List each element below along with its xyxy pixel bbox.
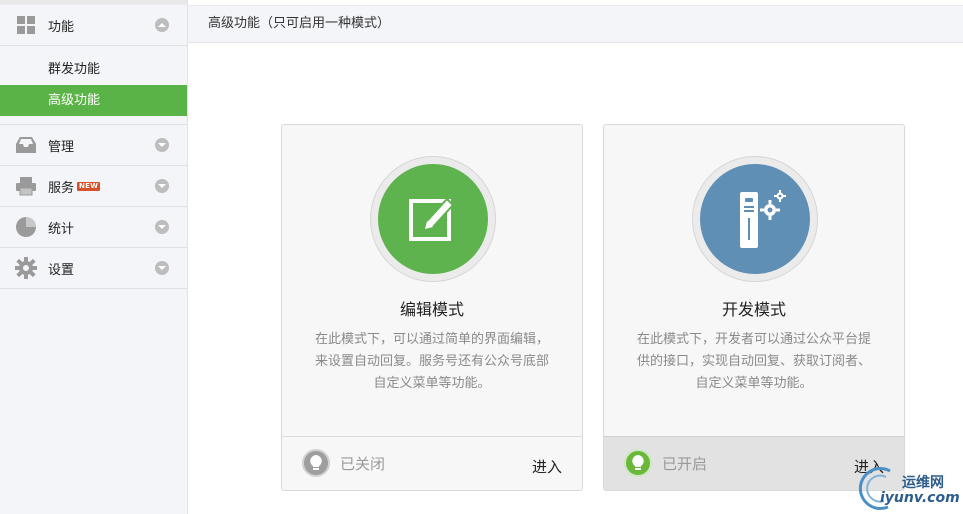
lightbulb-icon (302, 449, 330, 477)
desc-line: 来设置自动回复。服务号还有公众号底部 (314, 354, 549, 369)
sidebar: 功能 群发功能 高级功能 管理 服务 NEW 统计 设置 (0, 0, 188, 514)
chevron-down-icon[interactable] (155, 261, 169, 275)
desc-line: 自定义菜单等功能。 (695, 376, 813, 391)
edit-mode-card: 编辑模式 在此模式下，可以通过简单的界面编辑， 来设置自动回复。服务号还有公众号… (281, 124, 583, 491)
status-text: 已开启 (662, 454, 708, 473)
desc-line: 在此模式下，开发者可以通过公众平台提 (636, 332, 871, 347)
page-title: 高级功能（只可启用一种模式） (188, 5, 963, 43)
enter-edit-mode-link[interactable]: 进入 (532, 456, 562, 477)
watermark-swoosh-icon (858, 467, 891, 511)
chevron-down-icon[interactable] (155, 179, 169, 193)
watermark-text: 运维网 (902, 475, 944, 491)
sidebar-group-stats[interactable]: 统计 (0, 207, 187, 248)
desc-line: 供的接口，实现自动回复、获取订阅者、 (636, 354, 871, 369)
gear-icon (14, 256, 38, 280)
sidebar-group-features[interactable]: 功能 (0, 5, 187, 46)
sidebar-group-label: 功能 (48, 19, 75, 35)
pie-chart-icon (14, 215, 38, 239)
sidebar-item-mass-send[interactable]: 群发功能 (0, 54, 187, 85)
grid-icon (14, 13, 38, 37)
sidebar-item-advanced[interactable]: 高级功能 (0, 85, 187, 116)
lightbulb-icon (624, 449, 652, 477)
card-description: 在此模式下，可以通过简单的界面编辑， 来设置自动回复。服务号还有公众号底部 自定… (304, 329, 560, 395)
card-title: 编辑模式 (399, 300, 464, 319)
sidebar-group-label: 设置 (48, 262, 75, 278)
edit-icon (378, 164, 488, 274)
card-footer: 已关闭 进入 (282, 436, 582, 490)
watermark-url: iyunv.com (880, 490, 960, 506)
developer-mode-icon-ring (692, 156, 818, 282)
chevron-up-icon[interactable] (155, 18, 169, 32)
card-title: 开发模式 (721, 300, 786, 319)
developer-mode-card: 开发模式 在此模式下，开发者可以通过公众平台提 供的接口，实现自动回复、获取订阅… (603, 124, 905, 491)
chevron-down-icon[interactable] (155, 220, 169, 234)
status-indicator: 已开启 (624, 449, 707, 477)
chevron-down-icon[interactable] (155, 138, 169, 152)
server-gear-icon (700, 164, 810, 274)
sidebar-group-settings[interactable]: 设置 (0, 248, 187, 289)
desc-line: 在此模式下，可以通过简单的界面编辑， (314, 332, 549, 347)
inbox-icon (14, 133, 38, 157)
status-indicator: 已关闭 (302, 449, 385, 477)
watermark-logo: 运维网 iyunv.com (858, 463, 963, 514)
new-badge: NEW (77, 181, 101, 191)
sidebar-group-label: 统计 (48, 221, 75, 237)
printer-icon (14, 174, 38, 198)
sidebar-group-service[interactable]: 服务 NEW (0, 166, 187, 207)
status-text: 已关闭 (340, 454, 386, 473)
sidebar-submenu: 群发功能 高级功能 (0, 46, 187, 125)
sidebar-group-label: 管理 (48, 139, 75, 155)
card-description: 在此模式下，开发者可以通过公众平台提 供的接口，实现自动回复、获取订阅者、 自定… (626, 329, 882, 395)
sidebar-group-label: 服务 (48, 180, 75, 196)
edit-mode-icon-ring (370, 156, 496, 282)
sidebar-group-manage[interactable]: 管理 (0, 125, 187, 166)
desc-line: 自定义菜单等功能。 (373, 376, 491, 391)
app-root: 功能 群发功能 高级功能 管理 服务 NEW 统计 设置 高级功能（只可启用一种… (0, 0, 963, 514)
